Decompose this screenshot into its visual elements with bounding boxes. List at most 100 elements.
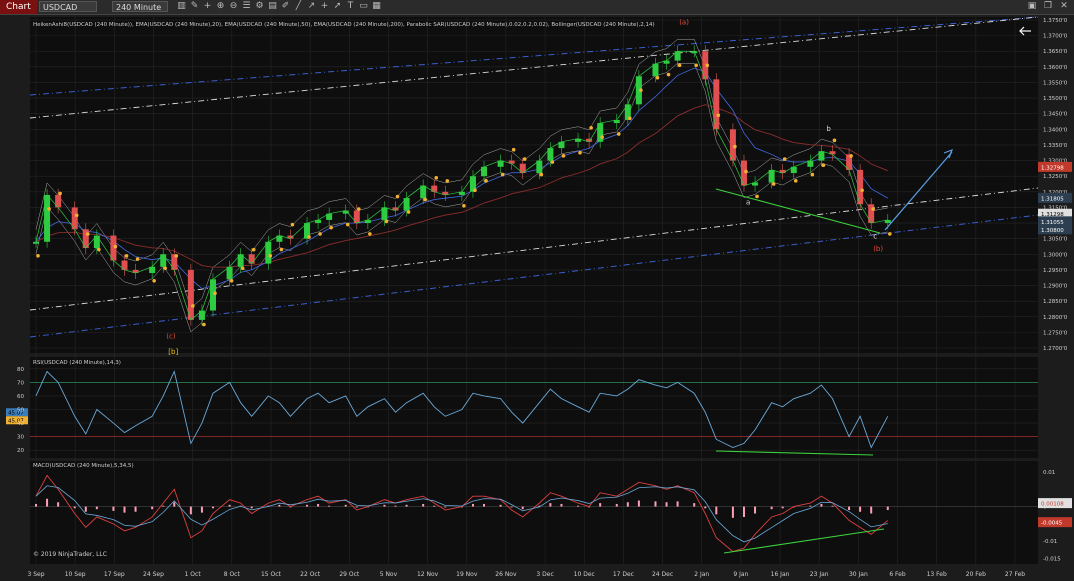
x-tick-label: 6 Feb	[889, 571, 906, 578]
sar-dot	[202, 322, 206, 327]
sar-dot	[860, 188, 864, 193]
wave-label: (b)	[873, 245, 883, 253]
sar-dot	[655, 75, 660, 80]
macd-histogram-bar	[521, 506, 524, 510]
macd-histogram-bar	[499, 504, 502, 507]
macd-histogram-bar	[770, 506, 773, 510]
sar-dot	[395, 194, 400, 199]
line-icon[interactable]: ╱	[293, 1, 304, 12]
macd-histogram-bar	[278, 504, 281, 507]
macd-histogram-bar	[306, 504, 309, 507]
restore-icon[interactable]: ❐	[1042, 1, 1054, 12]
price-tick-label: 1.2700'0	[1043, 346, 1068, 352]
x-tick-label: 10 Sep	[65, 571, 86, 578]
sar-dot	[445, 179, 450, 183]
macd-tick-label: -0.01	[1043, 539, 1057, 545]
macd-histogram-bar	[211, 506, 214, 509]
template-icon[interactable]: ▤	[267, 1, 278, 12]
sar-dot	[539, 172, 544, 177]
shape-icon[interactable]: ▭	[358, 1, 369, 12]
macd-histogram-bar	[637, 500, 640, 507]
text-icon[interactable]: T	[345, 1, 356, 12]
sar-dot	[677, 63, 682, 68]
macd-histogram-bar	[57, 502, 60, 507]
chart-tab[interactable]: Chart	[0, 0, 37, 14]
zoom-in-icon[interactable]: ⊕	[215, 1, 226, 12]
crosshair-icon[interactable]: +	[202, 1, 213, 12]
macd-histogram-bar	[433, 505, 436, 507]
macd-histogram-bar	[189, 506, 192, 515]
rsi-tick-label: 70	[17, 380, 24, 386]
sar-dot	[849, 154, 853, 158]
macd-histogram-bar	[151, 506, 154, 510]
macd-histogram-bar	[123, 506, 126, 513]
macd-histogram-bar	[422, 503, 425, 507]
rsi-tick-label: 20	[17, 448, 24, 454]
strategy-icon[interactable]: ⚙	[254, 1, 265, 12]
x-tick-label: 26 Nov	[495, 571, 517, 578]
grid-icon[interactable]: ▦	[371, 1, 382, 12]
x-tick-label: 29 Oct	[339, 571, 360, 578]
sar-dot	[821, 163, 826, 167]
sar-dot	[213, 291, 217, 296]
price-tick-label: 1.3000'0	[1043, 252, 1068, 258]
x-tick-label: 3 Sep	[27, 571, 44, 578]
price-tick-label: 1.3600'0	[1043, 65, 1068, 71]
sar-dot	[639, 88, 643, 93]
interval-select[interactable]: 240 Minute	[112, 1, 168, 12]
price-tick-label: 1.3450'0	[1043, 112, 1068, 118]
wave-label: b	[826, 125, 831, 133]
properties-icon[interactable]: ☰	[241, 1, 252, 12]
sar-dot	[423, 197, 427, 202]
sar-dot	[97, 247, 101, 252]
macd-histogram-bar	[549, 503, 552, 507]
price-flag-text: 1.30800	[1041, 228, 1064, 234]
macd-histogram-bar	[626, 502, 629, 507]
candle-body	[33, 241, 39, 244]
macd-histogram-bar	[704, 506, 707, 509]
arrow-icon[interactable]: ➚	[332, 1, 343, 12]
macd-histogram-bar	[831, 505, 834, 507]
wave-label: (a)	[679, 19, 689, 27]
price-tick-label: 1.2750'0	[1043, 330, 1068, 336]
x-tick-label: 20 Feb	[966, 571, 986, 578]
sar-dot	[329, 225, 333, 230]
sar-dot	[716, 113, 721, 118]
sar-dot	[318, 232, 322, 236]
draw-icon[interactable]: ✎	[189, 1, 200, 12]
price-tick-label: 1.3350'0	[1043, 143, 1068, 149]
price-tick-label: 1.3550'0	[1043, 80, 1068, 86]
x-tick-label: 17 Sep	[104, 571, 125, 578]
macd-histogram-bar	[383, 504, 386, 507]
macd-histogram-bar	[886, 506, 889, 511]
x-tick-label: 12 Nov	[417, 571, 439, 578]
price-flag-text: 1.32798	[1041, 165, 1064, 171]
sar-dot	[744, 169, 748, 174]
wave-label: (c)	[166, 333, 176, 341]
macd-histogram-bar	[173, 502, 176, 507]
sar-dot	[511, 147, 516, 152]
bar-chart-icon[interactable]: ▥	[176, 1, 187, 12]
sar-dot	[345, 222, 350, 227]
macd-histogram-bar	[405, 504, 408, 507]
macd-histogram-bar	[615, 503, 618, 507]
chart-area[interactable]: 45.0745.07 0.00108-0.0045 3 Sep 10 Sep 17 …	[0, 15, 1074, 581]
zoom-out-icon[interactable]: ⊖	[228, 1, 239, 12]
macd-histogram-bar	[665, 502, 668, 507]
macd-histogram-bar	[781, 506, 784, 509]
sar-dot	[85, 232, 90, 236]
price-tick-label: 1.3250'0	[1043, 174, 1068, 180]
symbol-select[interactable]: USDCAD	[39, 1, 97, 12]
close-icon[interactable]: ✕	[1058, 1, 1070, 12]
ray-icon[interactable]: ↗	[306, 1, 317, 12]
copyright-text: © 2019 NinjaTrader, LLC	[33, 551, 107, 558]
pencil-icon[interactable]: ✐	[280, 1, 291, 12]
layout-icon[interactable]: ▣	[1026, 1, 1038, 12]
macd-histogram-bar	[715, 506, 718, 515]
chart-toolbar: Chart USDCAD 240 Minute ▥ ✎ + ⊕ ⊖ ☰ ⚙ ▤ ✐ ╱ ↗ + ➚ T ▭ ▦…	[0, 0, 1074, 15]
sar-dot	[290, 222, 295, 227]
macd-tick-label: -0.015	[1043, 557, 1061, 563]
sar-dot	[782, 157, 787, 161]
plus-icon[interactable]: +	[319, 1, 330, 12]
macd-histogram-bar	[859, 506, 862, 512]
